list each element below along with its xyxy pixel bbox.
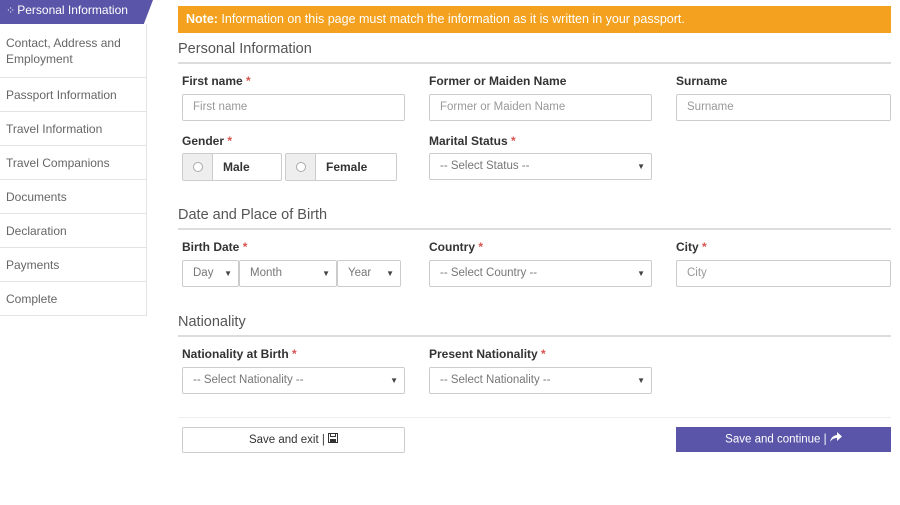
- marital-status-value: -- Select Status --: [440, 160, 530, 172]
- required-marker: *: [242, 240, 248, 254]
- required-marker: *: [246, 74, 251, 88]
- sidebar-item-contact[interactable]: Contact, Address and Employment: [0, 24, 146, 78]
- gender-label-text: Gender: [182, 134, 225, 148]
- birth-day-value: Day: [193, 267, 214, 279]
- sidebar-item-travel-information[interactable]: Travel Information: [0, 112, 146, 146]
- nationality-present-label: Present Nationality *: [429, 347, 546, 361]
- birth-year-value: Year: [348, 267, 372, 279]
- surname-label: Surname: [676, 74, 728, 88]
- country-label-text: Country: [429, 240, 475, 254]
- dots-icon: ⁘: [6, 5, 16, 17]
- caret-down-icon: ▼: [637, 376, 645, 385]
- required-marker: *: [478, 240, 484, 254]
- gender-female-label: Female: [326, 160, 368, 174]
- sidebar-item-documents[interactable]: Documents: [0, 180, 146, 214]
- radio-circle-icon: [192, 162, 203, 172]
- surname-input[interactable]: Surname: [676, 94, 891, 121]
- caret-down-icon: ▼: [637, 269, 645, 278]
- maiden-name-label: Former or Maiden Name: [429, 74, 567, 88]
- nationality-birth-label: Nationality at Birth *: [182, 347, 297, 361]
- caret-down-icon: ▼: [224, 269, 232, 278]
- gender-female-radio[interactable]: Female: [285, 153, 397, 181]
- birth-date-label-text: Birth Date: [182, 240, 240, 254]
- passport-note-banner: Note: Information on this page must matc…: [178, 6, 891, 33]
- nationality-birth-label-text: Nationality at Birth: [182, 347, 289, 361]
- sidebar-item-complete[interactable]: Complete: [0, 282, 146, 316]
- gender-label: Gender *: [182, 134, 232, 148]
- section-title-birth: Date and Place of Birth: [178, 207, 891, 230]
- birth-month-value: Month: [250, 267, 282, 279]
- radio-circle-icon: [295, 162, 306, 172]
- nationality-birth-value: -- Select Nationality --: [193, 374, 304, 386]
- required-marker: *: [541, 347, 546, 361]
- radio-cell: [183, 154, 213, 180]
- gender-male-label: Male: [223, 160, 250, 174]
- birth-year-select[interactable]: Year ▼: [337, 260, 401, 287]
- country-label: Country *: [429, 240, 483, 254]
- caret-down-icon: ▼: [390, 376, 398, 385]
- sidebar-item-declaration[interactable]: Declaration: [0, 214, 146, 248]
- nationality-present-select[interactable]: -- Select Nationality -- ▼: [429, 367, 652, 394]
- nationality-birth-select[interactable]: -- Select Nationality -- ▼: [182, 367, 405, 394]
- floppy-disk-icon: [328, 428, 339, 452]
- section-title-personal: Personal Information: [178, 41, 891, 64]
- sidebar-item-payments[interactable]: Payments: [0, 248, 146, 282]
- sidebar-list: Contact, Address and Employment Passport…: [0, 24, 147, 316]
- required-marker: *: [511, 134, 516, 148]
- save-and-exit-button[interactable]: Save and exit |: [182, 427, 405, 453]
- marital-status-select[interactable]: -- Select Status -- ▼: [429, 153, 652, 180]
- first-name-label: First name *: [182, 74, 251, 88]
- sidebar-item-passport[interactable]: Passport Information: [0, 78, 146, 112]
- birth-month-select[interactable]: Month ▼: [239, 260, 337, 287]
- maiden-name-input[interactable]: Former or Maiden Name: [429, 94, 652, 121]
- save-and-continue-label: Save and continue |: [725, 433, 827, 446]
- required-marker: *: [292, 347, 297, 361]
- nationality-present-value: -- Select Nationality --: [440, 374, 551, 386]
- city-label: City *: [676, 240, 707, 254]
- first-name-label-text: First name: [182, 74, 243, 88]
- note-strong: Note:: [186, 12, 218, 26]
- marital-status-label-text: Marital Status: [429, 134, 508, 148]
- country-select[interactable]: -- Select Country -- ▼: [429, 260, 652, 287]
- gender-male-radio[interactable]: Male: [182, 153, 282, 181]
- sidebar-item-label: Personal Information: [17, 3, 128, 17]
- birth-day-select[interactable]: Day ▼: [182, 260, 239, 287]
- first-name-input[interactable]: First name: [182, 94, 405, 121]
- save-and-exit-label: Save and exit |: [248, 434, 325, 447]
- sidebar-item-personal-information[interactable]: ⁘ Personal Information: [0, 0, 153, 24]
- birth-date-label: Birth Date *: [182, 240, 247, 254]
- caret-down-icon: ▼: [637, 162, 645, 171]
- share-arrow-icon: [829, 427, 842, 452]
- note-text: Information on this page must match the …: [217, 12, 685, 26]
- city-label-text: City: [676, 240, 699, 254]
- marital-status-label: Marital Status *: [429, 134, 516, 148]
- required-marker: *: [702, 240, 707, 254]
- country-value: -- Select Country --: [440, 267, 538, 279]
- save-and-continue-button[interactable]: Save and continue |: [676, 427, 891, 452]
- nationality-present-label-text: Present Nationality: [429, 347, 538, 361]
- radio-cell: [286, 154, 316, 180]
- caret-down-icon: ▼: [322, 269, 330, 278]
- caret-down-icon: ▼: [386, 269, 394, 278]
- required-marker: *: [227, 134, 233, 148]
- section-title-nationality: Nationality: [178, 314, 891, 337]
- sidebar-item-travel-companions[interactable]: Travel Companions: [0, 146, 146, 180]
- form-divider: [178, 417, 891, 418]
- city-input[interactable]: City: [676, 260, 891, 287]
